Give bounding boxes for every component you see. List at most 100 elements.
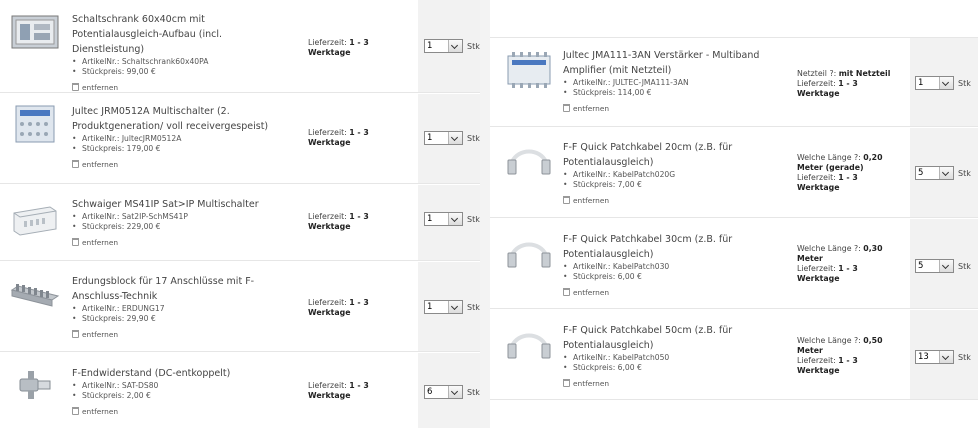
chevron-down-icon — [448, 40, 462, 52]
item-title[interactable]: F-F Quick Patchkabel 20cm (z.B. für Pote… — [563, 140, 785, 170]
item-price: • Stückpreis: 6,00 € — [563, 363, 642, 372]
remove-link[interactable]: entfernen — [72, 83, 294, 93]
delivery-info: Lieferzeit: 1 - 3 Werktage — [308, 381, 369, 400]
item-price: • Stückpreis: 229,00 € — [72, 222, 161, 231]
quantity-select[interactable]: 13 — [915, 350, 954, 364]
item-article: • ArtikelNr.: KabelPatch030 — [563, 262, 670, 271]
chevron-down-icon — [448, 386, 462, 398]
multiswitch-image — [15, 105, 55, 143]
item-title[interactable]: Jultec JMA111-3AN Verstärker - Multiband… — [563, 48, 785, 78]
item-title[interactable]: F-F Quick Patchkabel 50cm (z.B. für Pote… — [563, 323, 785, 353]
delivery-info: Lieferzeit: 1 - 3 Werktage — [308, 298, 369, 317]
trash-icon — [563, 104, 570, 112]
unit-label: Stk — [467, 133, 480, 143]
trash-icon — [72, 160, 79, 168]
remove-link[interactable]: entfernen — [72, 160, 294, 170]
chevron-down-icon — [939, 351, 953, 363]
cabinet-image — [11, 15, 59, 49]
quantity-control: 5 Stk — [915, 166, 971, 180]
cart-row: F-F Quick Patchkabel 30cm (z.B. für Pote… — [490, 219, 978, 309]
item-article: • ArtikelNr.: ERDUNG17 — [72, 304, 165, 313]
quantity-select[interactable]: 1 — [424, 131, 463, 145]
quantity-select[interactable]: 5 — [915, 166, 954, 180]
item-title[interactable]: Jultec JRM0512A Multischalter (2. Produk… — [72, 104, 294, 134]
chevron-down-icon — [448, 301, 462, 313]
unit-label: Stk — [467, 302, 480, 312]
item-article: • ArtikelNr.: JULTEC-JMA111-3AN — [563, 78, 689, 87]
delivery-info: Lieferzeit: 1 - 3 Werktage — [308, 212, 369, 231]
item-article: • ArtikelNr.: KabelPatch020G — [563, 170, 676, 179]
remove-link[interactable]: entfernen — [72, 407, 294, 417]
cart-column-right: Jultec JMA111-3AN Verstärker - Multiband… — [490, 0, 978, 428]
trash-icon — [72, 83, 79, 91]
quantity-control: 1 Stk — [424, 300, 480, 314]
patch-cable-image — [507, 149, 551, 175]
quantity-select[interactable]: 5 — [915, 259, 954, 273]
chevron-down-icon — [939, 167, 953, 179]
remove-link[interactable]: entfernen — [72, 238, 294, 248]
chevron-down-icon — [939, 77, 953, 89]
option-info: Welche Länge ?: 0,30 Meter Lieferzeit: 1… — [797, 244, 883, 283]
item-title[interactable]: Schwaiger MS41IP Sat>IP Multischalter — [72, 197, 294, 212]
option-info: Netzteil ?: mit Netzteil Lieferzeit: 1 -… — [797, 69, 891, 98]
option-info: Welche Länge ?: 0,20 Meter (gerade) Lief… — [797, 153, 883, 192]
remove-link[interactable]: entfernen — [563, 288, 785, 298]
item-price: • Stückpreis: 29,90 € — [72, 314, 156, 323]
unit-label: Stk — [467, 387, 480, 397]
item-article: • ArtikelNr.: Schaltschrank60x40PA — [72, 57, 209, 66]
unit-label: Stk — [467, 41, 480, 51]
item-info: F-Endwiderstand (DC-entkoppelt) • Artikel… — [72, 366, 294, 417]
cart-row: F-F Quick Patchkabel 20cm (z.B. für Pote… — [490, 128, 978, 218]
cart-column-left: Schaltschrank 60x40cm mit Potentialausgl… — [0, 0, 480, 428]
cart-row: Erdungsblock für 17 Anschlüsse mit F-Ans… — [0, 262, 480, 352]
item-title[interactable]: F-Endwiderstand (DC-entkoppelt) — [72, 366, 294, 381]
remove-link[interactable]: entfernen — [563, 196, 785, 206]
item-info: Schwaiger MS41IP Sat>IP Multischalter • A… — [72, 197, 294, 248]
unit-label: Stk — [467, 214, 480, 224]
quantity-select[interactable]: 1 — [424, 300, 463, 314]
trash-icon — [72, 407, 79, 415]
quantity-control: 1 Stk — [424, 39, 480, 53]
item-info: F-F Quick Patchkabel 20cm (z.B. für Pote… — [563, 140, 785, 206]
satip-switch-image — [13, 206, 57, 236]
quantity-control: 5 Stk — [915, 259, 971, 273]
item-price: • Stückpreis: 99,00 € — [72, 67, 156, 76]
item-article: • ArtikelNr.: JultecJRM0512A — [72, 134, 182, 143]
grounding-block-image — [10, 284, 60, 307]
trash-icon — [563, 379, 570, 387]
item-article: • ArtikelNr.: KabelPatch050 — [563, 353, 670, 362]
quantity-control: 13 Stk — [915, 350, 971, 364]
item-info: Schaltschrank 60x40cm mit Potentialausgl… — [72, 12, 294, 93]
option-info: Welche Länge ?: 0,50 Meter Lieferzeit: 1… — [797, 336, 883, 375]
chevron-down-icon — [448, 213, 462, 225]
item-info: F-F Quick Patchkabel 30cm (z.B. für Pote… — [563, 232, 785, 298]
trash-icon — [72, 238, 79, 246]
trash-icon — [563, 196, 570, 204]
item-title[interactable]: Erdungsblock für 17 Anschlüsse mit F-Ans… — [72, 274, 294, 304]
cart-row: Schwaiger MS41IP Sat>IP Multischalter • A… — [0, 185, 480, 261]
unit-label: Stk — [958, 352, 971, 362]
item-price: • Stückpreis: 2,00 € — [72, 391, 151, 400]
item-title[interactable]: F-F Quick Patchkabel 30cm (z.B. für Pote… — [563, 232, 785, 262]
trash-icon — [563, 288, 570, 296]
quantity-select[interactable]: 1 — [915, 76, 954, 90]
quantity-select[interactable]: 1 — [424, 39, 463, 53]
item-price: • Stückpreis: 114,00 € — [563, 88, 652, 97]
chevron-down-icon — [939, 260, 953, 272]
item-info: F-F Quick Patchkabel 50cm (z.B. für Pote… — [563, 323, 785, 389]
quantity-select[interactable]: 6 — [424, 385, 463, 399]
quantity-select[interactable]: 1 — [424, 212, 463, 226]
amplifier-image — [507, 52, 551, 88]
quantity-control: 6 Stk — [424, 385, 480, 399]
item-info: Erdungsblock für 17 Anschlüsse mit F-Ans… — [72, 274, 294, 340]
item-title[interactable]: Schaltschrank 60x40cm mit Potentialausgl… — [72, 12, 294, 57]
trash-icon — [72, 330, 79, 338]
patch-cable-image — [507, 242, 551, 268]
remove-link[interactable]: entfernen — [72, 330, 294, 340]
cart-row: Jultec JRM0512A Multischalter (2. Produk… — [0, 94, 480, 184]
item-price: • Stückpreis: 6,00 € — [563, 272, 642, 281]
remove-link[interactable]: entfernen — [563, 104, 785, 114]
cart-row: Jultec JMA111-3AN Verstärker - Multiband… — [490, 37, 978, 127]
column-divider — [480, 0, 490, 428]
remove-link[interactable]: entfernen — [563, 379, 785, 389]
